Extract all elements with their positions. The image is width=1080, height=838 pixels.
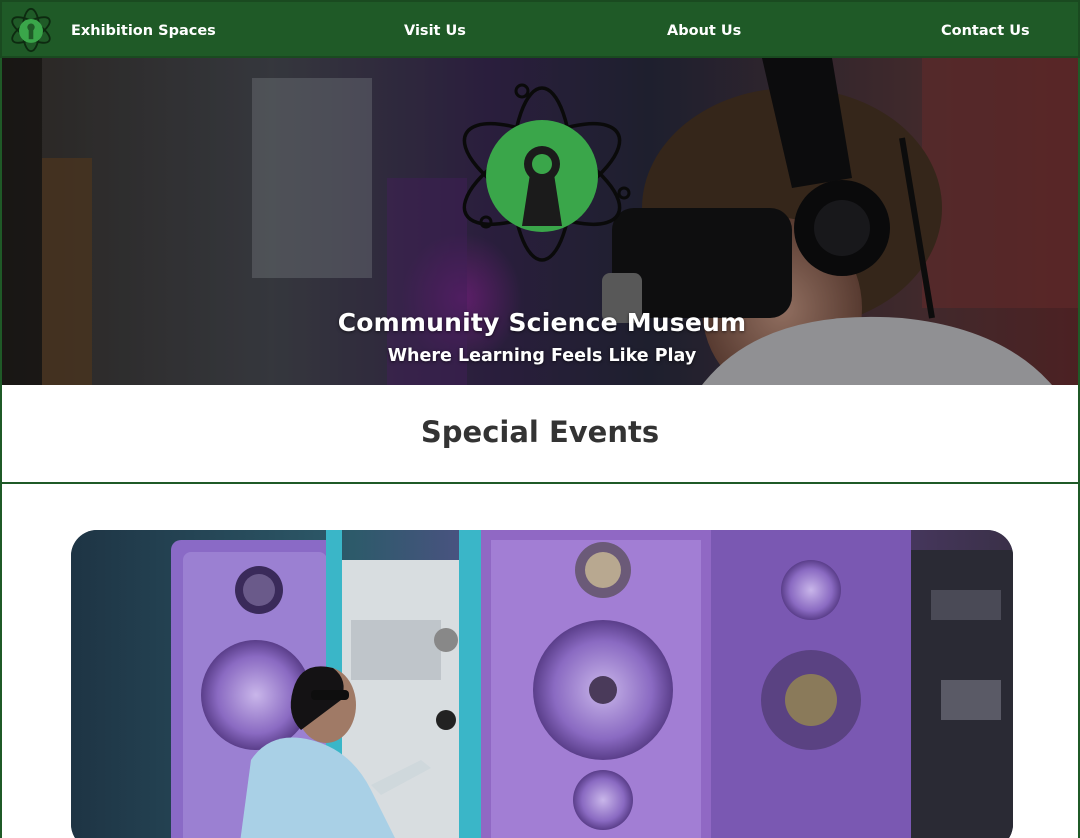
hero-subtitle: Where Learning Feels Like Play [387, 346, 697, 366]
nav-link-visit-us[interactable]: Visit Us [404, 2, 466, 60]
nav-link-exhibition-spaces[interactable]: Exhibition Spaces [71, 2, 216, 60]
event-scientist-chamber-photo [71, 530, 1013, 838]
event-card[interactable] [71, 530, 1013, 838]
special-events-heading: Special Events [420, 415, 660, 449]
nav-link-about-us[interactable]: About Us [667, 2, 741, 60]
nav-link-contact-us[interactable]: Contact Us [941, 2, 1030, 60]
top-navigation-bar: Exhibition Spaces Visit Us About Us Cont… [0, 0, 1080, 58]
special-events-header: Special Events [0, 385, 1080, 484]
special-events-section [0, 484, 1080, 838]
hero-title: Community Science Museum [337, 308, 747, 337]
atom-keyhole-logo-icon [462, 83, 631, 262]
museum-logo-icon[interactable] [8, 7, 54, 53]
hero-banner: Community Science Museum Where Learning … [0, 58, 1080, 385]
